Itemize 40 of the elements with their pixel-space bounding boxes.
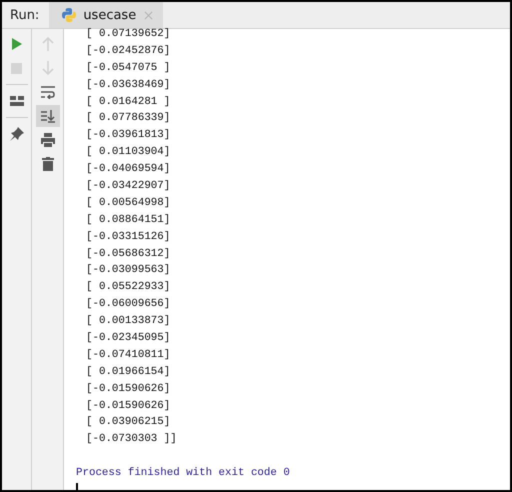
up-arrow-icon (42, 37, 54, 51)
output-line: [ 0.08864151] (85, 212, 172, 228)
output-line: [ 0.07786339] (85, 111, 172, 126)
pin-icon (10, 127, 24, 141)
stop-icon (11, 62, 22, 74)
printer-icon (40, 133, 54, 147)
output-line: [-0.03638469] (85, 78, 172, 93)
output-line: [-0.01590626] (85, 398, 172, 414)
output-line: [ 0.03906215] (85, 415, 172, 430)
output-line: [-0.02345095] (85, 331, 172, 346)
output-line: [-0.06009656] (85, 297, 172, 312)
output-line: [ 0.00564998] (85, 196, 172, 211)
output-line: [-0.03961813] (85, 128, 172, 144)
scroll-end-button[interactable] (36, 105, 60, 127)
output-line: [ 0.0164281 ] (85, 94, 172, 110)
output-line: [-0.05686312] (85, 246, 172, 262)
output-line: [-0.03315126] (85, 230, 172, 245)
output-line: [-0.04069594] (85, 162, 172, 178)
output-line: [-0.0730303 ]] (85, 432, 178, 448)
scroll-to-end-icon (40, 109, 54, 123)
output-line: [-0.01590626] (85, 382, 172, 397)
layout-icon (10, 96, 24, 106)
output-line: [ 0.05522933] (85, 280, 172, 296)
output-line: [ 0.07139652] (85, 27, 172, 42)
output-line: [-0.07410811] (85, 348, 172, 363)
soft-wrap-icon (40, 85, 54, 99)
exit-message: Process finished with exit code 0 (76, 466, 291, 482)
trash-icon (42, 157, 54, 171)
output-line: [ 0.00133873] (85, 314, 172, 330)
output-line: [-0.0547075 ] (85, 60, 172, 76)
output-line: [-0.03422907] (85, 179, 172, 194)
python-logo-icon (61, 7, 78, 23)
output-line: [-0.03099563] (85, 263, 172, 278)
output-line: [ 0.01966154] (85, 364, 172, 380)
run-label: Run: (9, 6, 40, 24)
down-arrow-icon (42, 61, 54, 75)
run-icon (10, 38, 22, 50)
output-line: [ 0.01103904] (85, 145, 172, 160)
tab[interactable]: usecase (49, 2, 164, 28)
output-line: [-0.02452876] (85, 44, 172, 59)
